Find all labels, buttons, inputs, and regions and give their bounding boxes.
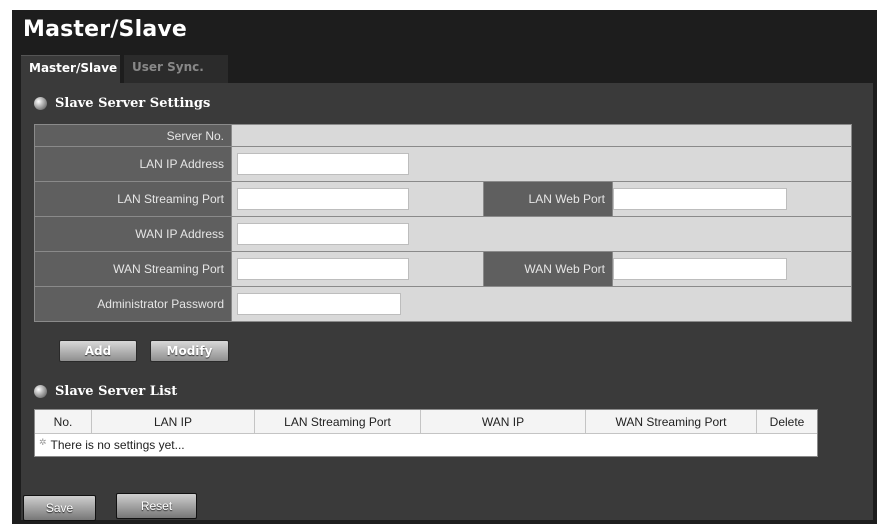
wan-ip-label: WAN IP Address [35, 217, 232, 251]
slave-settings-header: Slave Server Settings [34, 96, 210, 111]
slave-list-heading: Slave Server List [55, 384, 178, 399]
empty-message: There is no settings yet... [50, 438, 185, 452]
admin-password-row: Administrator Password [35, 287, 851, 321]
lan-ip-label: LAN IP Address [35, 147, 232, 181]
info-sparkle-icon: ✲ [39, 436, 47, 447]
content-panel: Slave Server Settings Server No. LAN IP … [21, 83, 873, 521]
slave-settings-heading: Slave Server Settings [55, 96, 211, 111]
column-header-wan-streaming-port: WAN Streaming Port [586, 410, 757, 433]
wan-ip-input[interactable] [237, 223, 409, 245]
slave-settings-form: Server No. LAN IP Address LAN Streaming … [34, 124, 852, 322]
lan-streaming-port-label: LAN Streaming Port [35, 182, 232, 216]
column-header-wan-ip: WAN IP [421, 410, 586, 433]
slave-server-table: No. LAN IP LAN Streaming Port WAN IP WAN… [34, 409, 818, 457]
save-button[interactable]: Save [23, 495, 96, 521]
section-bullet-icon [34, 385, 47, 398]
column-header-delete: Delete [769, 414, 805, 429]
modify-button[interactable]: Modify [150, 340, 229, 362]
lan-streaming-port-input[interactable] [237, 188, 409, 210]
admin-password-input[interactable] [237, 293, 401, 315]
lan-ip-row: LAN IP Address [35, 147, 851, 182]
server-no-label: Server No. [35, 125, 232, 146]
table-header-row: No. LAN IP LAN Streaming Port WAN IP WAN… [35, 410, 817, 434]
lan-ports-row: LAN Streaming Port LAN Web Port [35, 182, 851, 217]
column-header-lan-streaming-port: LAN Streaming Port [255, 410, 421, 433]
wan-streaming-port-input[interactable] [237, 258, 409, 280]
column-header-lan-ip: LAN IP [92, 410, 255, 433]
master-slave-window: Master/Slave Master/Slave User Sync. Sla… [12, 10, 877, 524]
wan-web-port-input[interactable] [613, 258, 787, 280]
lan-ip-input[interactable] [237, 153, 409, 175]
wan-ports-row: WAN Streaming Port WAN Web Port [35, 252, 851, 287]
add-button[interactable]: Add [59, 340, 137, 362]
wan-web-port-label: WAN Web Port [483, 252, 613, 286]
section-bullet-icon [34, 97, 47, 110]
tab-master-slave[interactable]: Master/Slave [21, 55, 120, 83]
lan-web-port-input[interactable] [613, 188, 787, 210]
table-empty-row: ✲ There is no settings yet... [35, 434, 817, 456]
page-title: Master/Slave [23, 17, 188, 42]
wan-streaming-port-label: WAN Streaming Port [35, 252, 232, 286]
wan-ip-row: WAN IP Address [35, 217, 851, 252]
tab-user-sync[interactable]: User Sync. [124, 55, 228, 83]
server-no-row: Server No. [35, 125, 851, 147]
lan-web-port-label: LAN Web Port [483, 182, 613, 216]
column-header-no: No. [35, 410, 92, 433]
admin-password-label: Administrator Password [35, 287, 232, 321]
reset-button[interactable]: Reset [116, 493, 197, 519]
slave-list-header: Slave Server List [34, 384, 177, 399]
